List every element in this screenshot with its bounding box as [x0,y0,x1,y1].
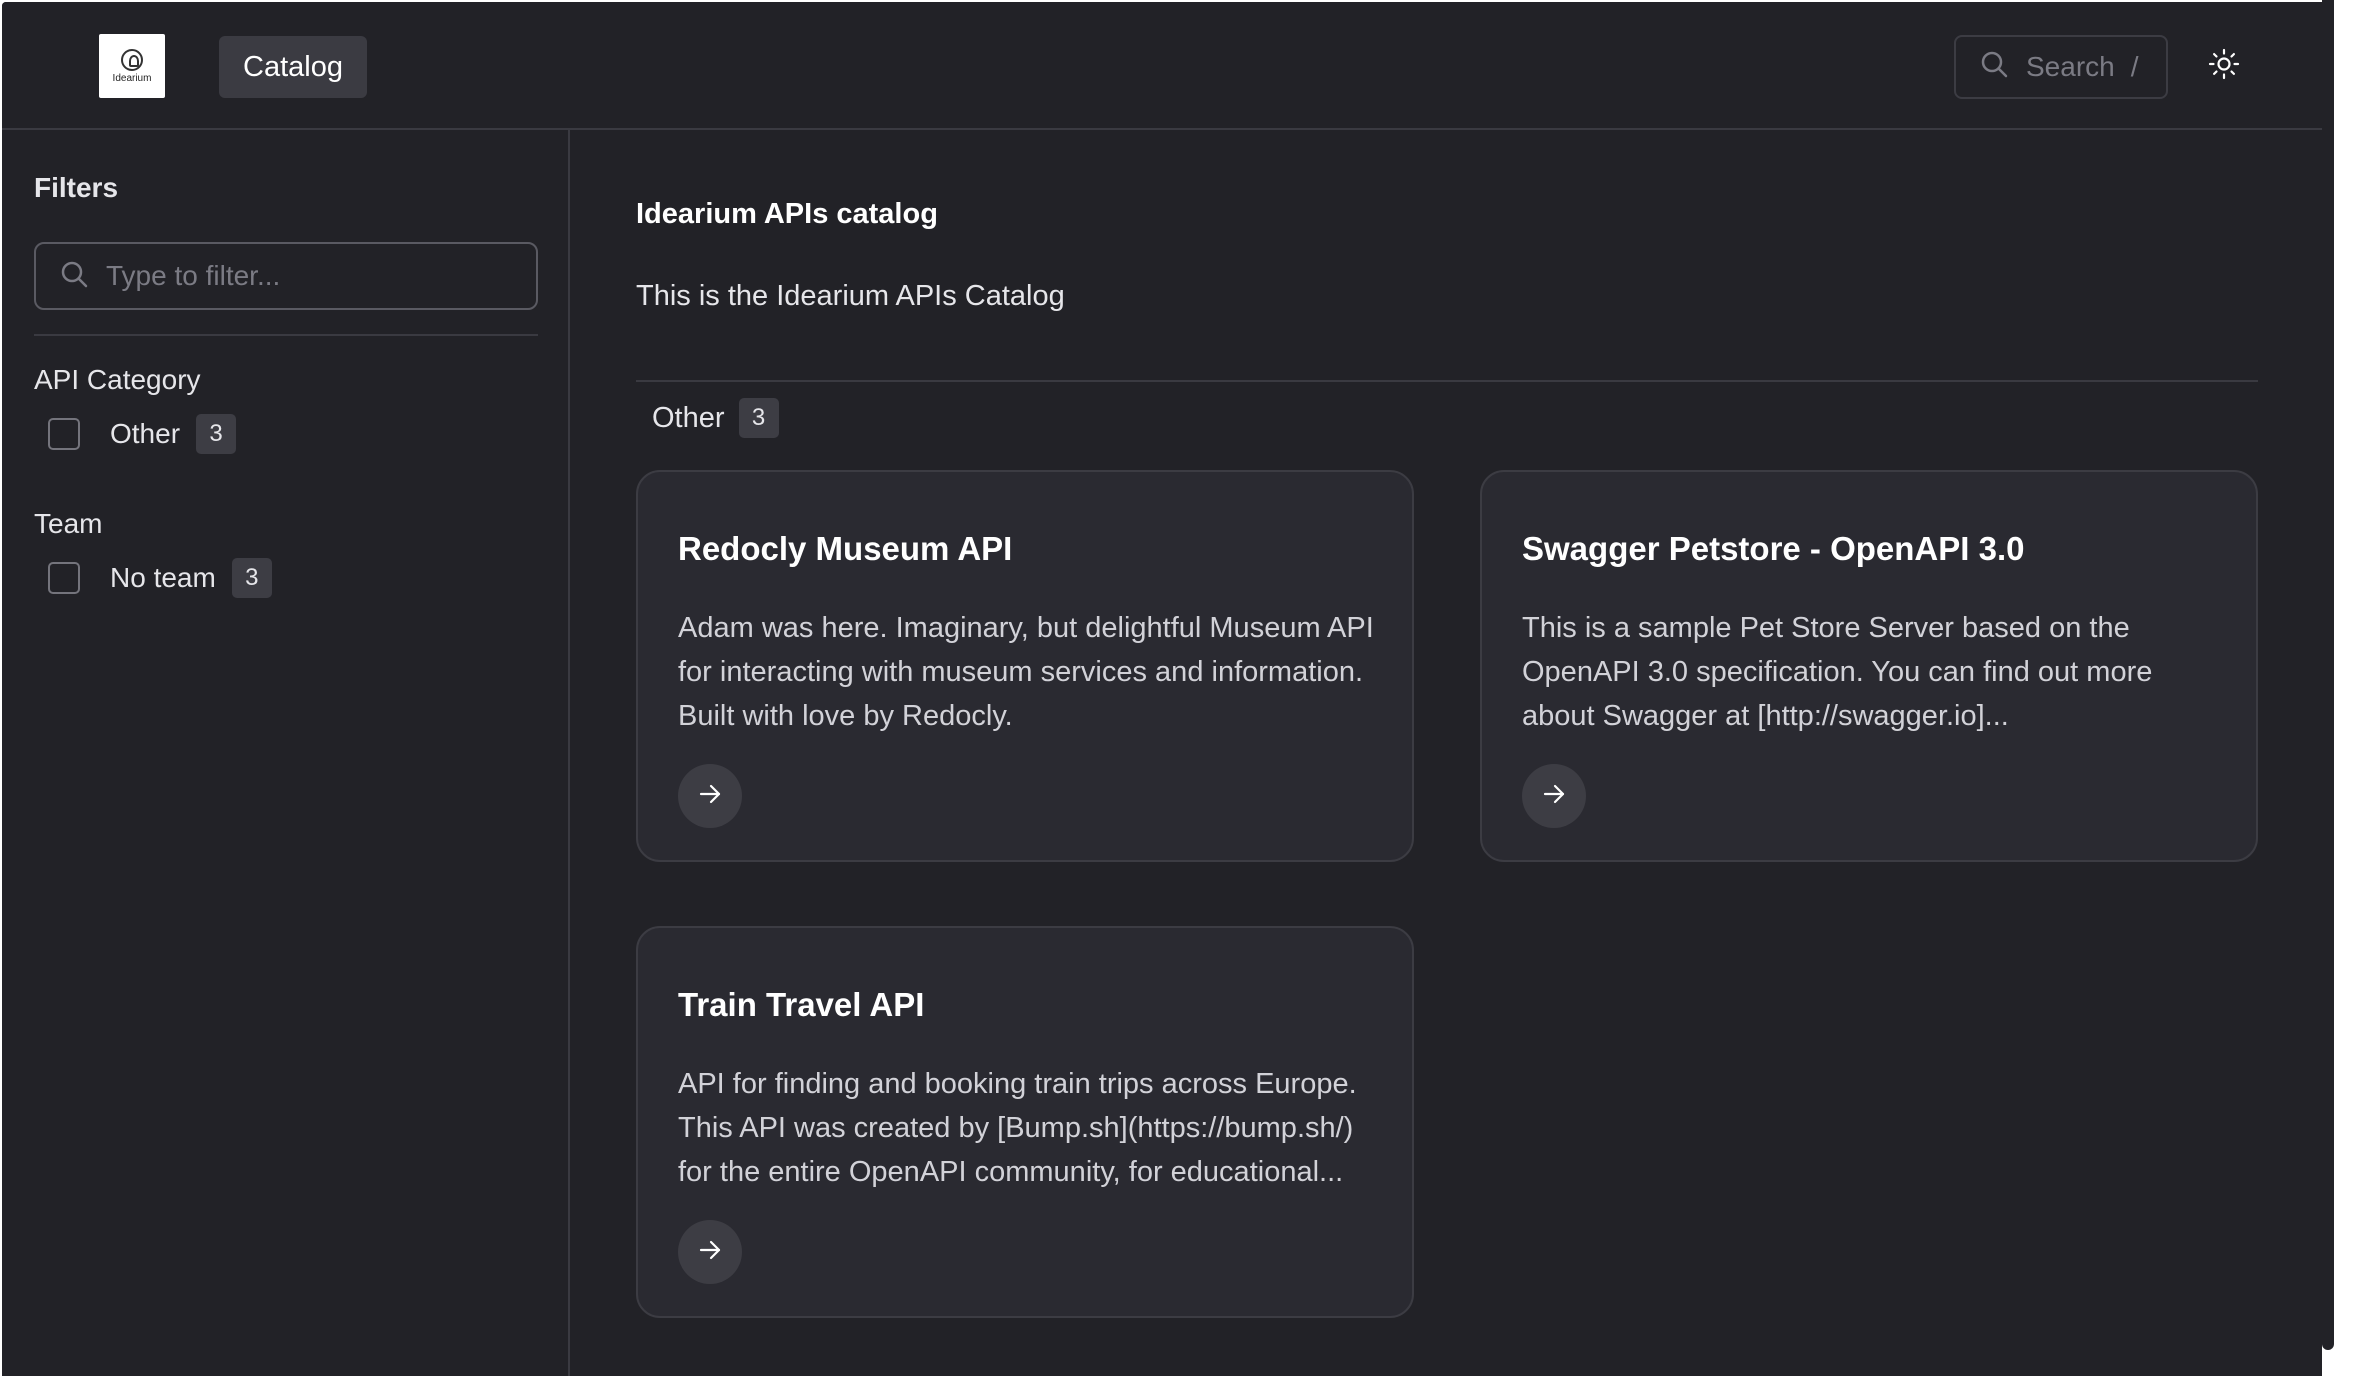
sun-icon [2208,48,2240,85]
card-description: API for finding and booking train trips … [678,1068,1357,1188]
theme-toggle-button[interactable] [2205,47,2243,85]
scrollbar[interactable] [2322,0,2334,1350]
app-window: Idearium Catalog Search / Filters Type t… [2,2,2322,1376]
open-api-button[interactable] [1522,764,1586,828]
api-card-swagger-petstore[interactable]: Swagger Petstore - OpenAPI 3.0 This is a… [1480,470,2258,862]
filter-input[interactable] [106,260,506,292]
card-title: Swagger Petstore - OpenAPI 3.0 [1522,530,2025,567]
card-title: Train Travel API [678,986,925,1023]
filter-option-label: No team [110,562,216,593]
page-description: This is the Idearium APIs Catalog [636,280,1065,312]
search-shortcut-hint: / [2130,51,2139,82]
search-button[interactable]: Search / [1954,35,2168,99]
search-icon [1980,50,2026,85]
filter-group-title-api-category: API Category [34,364,201,395]
sidebar-divider [34,334,538,336]
filter-option-other[interactable]: Other 3 [48,414,237,454]
filter-group-title-team: Team [34,508,103,539]
count-badge: 3 [196,414,237,454]
section-divider [636,380,2258,382]
top-navbar: Idearium Catalog Search / [2,2,2322,130]
checkbox[interactable] [48,562,80,594]
section-label: Other [652,401,725,434]
page-title: Idearium APIs catalog [636,198,938,230]
filter-option-label: Other [110,418,181,449]
arrow-right-icon [1541,781,1567,812]
search-icon [60,260,88,293]
api-card-train-travel[interactable]: Train Travel API API for finding and boo… [636,926,1414,1318]
filter-option-no-team[interactable]: No team 3 [48,558,272,598]
logo-text: Idearium [112,72,152,84]
card-title: Redocly Museum API [678,530,1013,567]
logo-mark-icon [121,48,143,71]
filter-field[interactable] [34,242,538,310]
count-badge: 3 [231,558,272,598]
filters-sidebar: Filters API Category Other 3 Team No tea… [2,130,570,1376]
open-api-button[interactable] [678,1220,742,1284]
card-description: This is a sample Pet Store Server based … [1522,612,2153,732]
search-label: Search [2026,51,2115,82]
nav-catalog-link[interactable]: Catalog [219,36,367,98]
section-header-other: Other 3 [652,398,779,438]
filters-title: Filters [34,172,119,203]
catalog-main: Idearium APIs catalog This is the Ideari… [570,130,2322,1376]
count-badge: 3 [738,398,779,438]
logo[interactable]: Idearium [99,34,165,98]
api-card-redocly-museum[interactable]: Redocly Museum API Adam was here. Imagin… [636,470,1414,862]
arrow-right-icon [697,1237,723,1268]
checkbox[interactable] [48,418,80,450]
open-api-button[interactable] [678,764,742,828]
arrow-right-icon [697,781,723,812]
card-description: Adam was here. Imaginary, but delightful… [678,612,1374,732]
